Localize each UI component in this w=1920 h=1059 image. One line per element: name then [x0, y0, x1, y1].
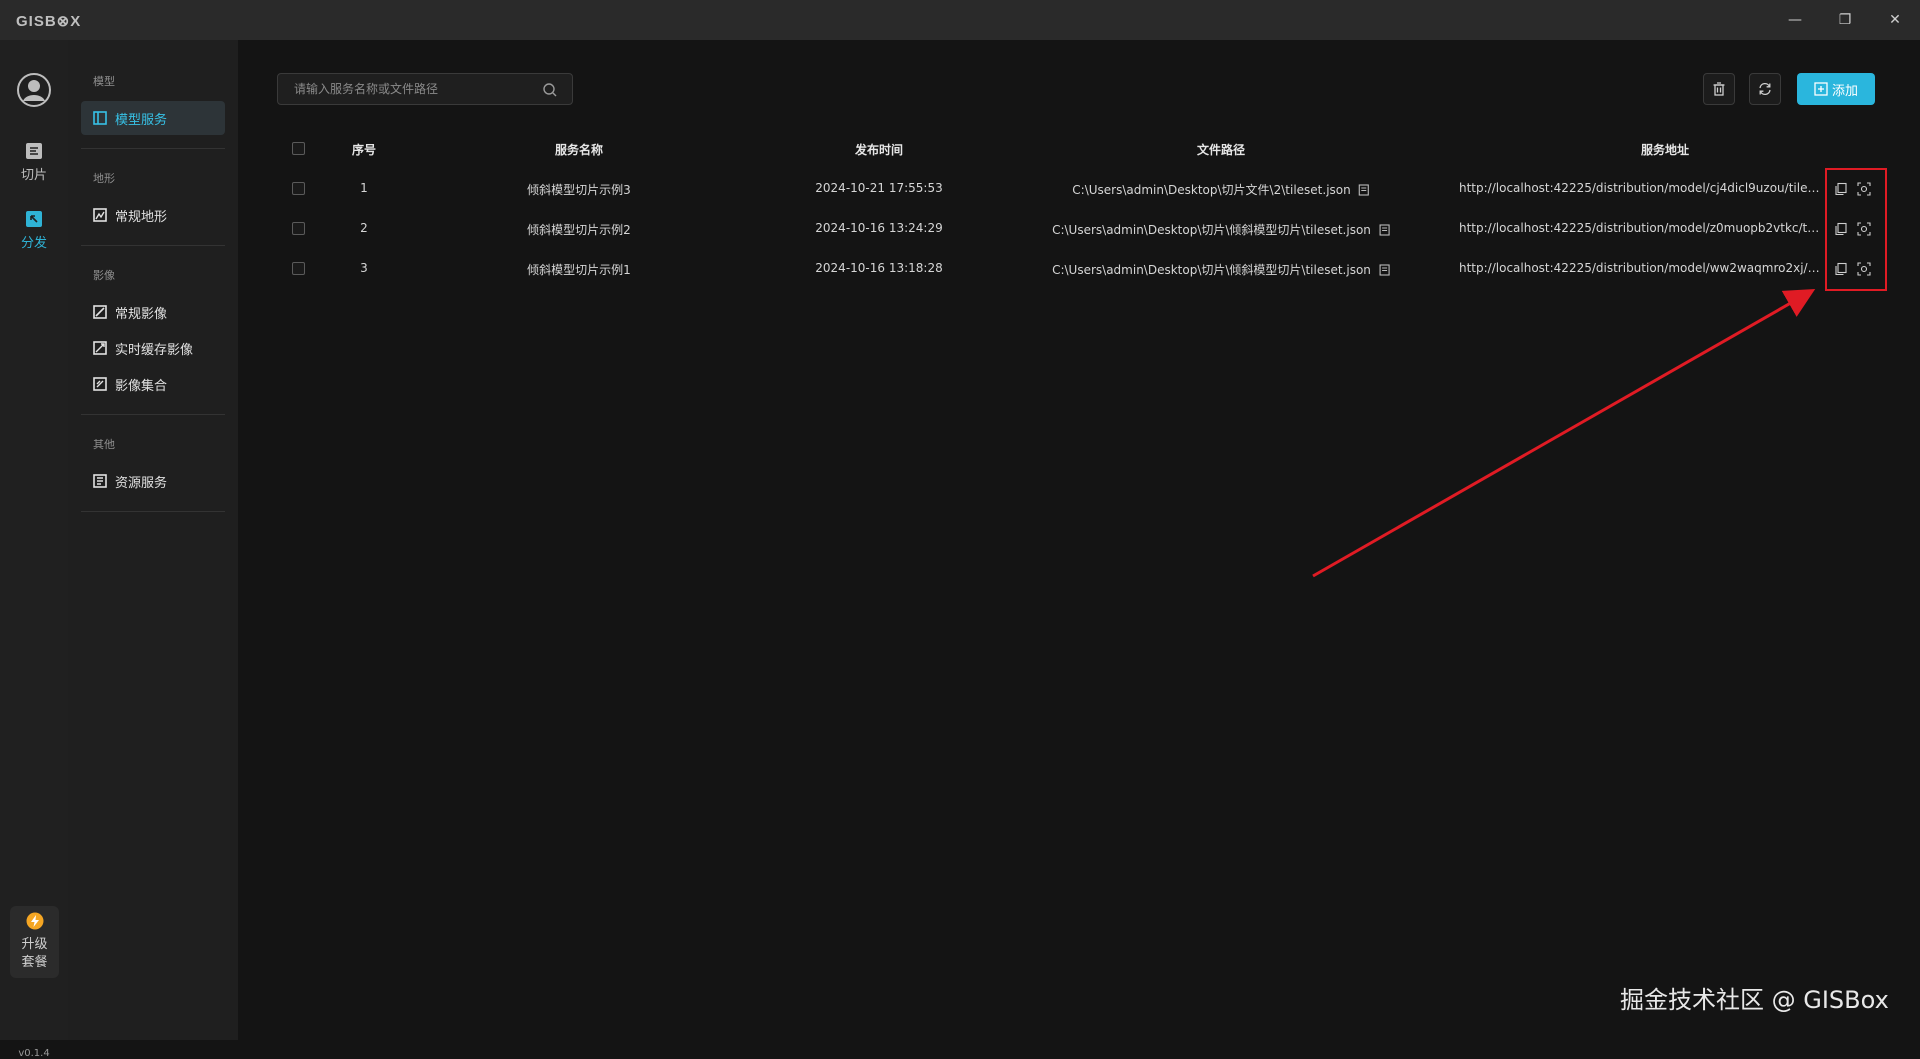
select-all-checkbox[interactable] [292, 142, 305, 155]
watermark: 掘金技术社区 @ GISBox [1620, 986, 1889, 1014]
sidebar-item-label: 常规地形 [115, 209, 168, 225]
divider [81, 148, 225, 149]
sidebar-item-label: 实时缓存影像 [115, 342, 194, 358]
upgrade-plan-button[interactable]: 升级 套餐 [10, 906, 59, 978]
sidebar-item-label: 模型服务 [115, 112, 168, 128]
sidebar-item-model-service[interactable]: 模型服务 [81, 101, 225, 135]
sidebar-item-resource-service[interactable]: 资源服务 [81, 464, 225, 498]
app-logo: GISB⊗X [16, 13, 82, 30]
left-rail: 切片 分发 升级 套餐 v0.1.4 [0, 40, 68, 1059]
add-button[interactable]: 添加 [1797, 73, 1875, 105]
user-avatar-icon[interactable] [16, 72, 52, 108]
row-checkbox[interactable] [292, 222, 305, 235]
row-file-path: C:\Users\admin\Desktop\切片\倾斜模型切片\tileset… [1052, 261, 1390, 278]
copy-path-icon[interactable] [1379, 263, 1390, 276]
terrain-icon [93, 208, 107, 222]
sidebar-item-imagery[interactable]: 常规影像 [81, 295, 225, 329]
search-input[interactable] [294, 82, 534, 96]
row-publish-time: 2024-10-21 17:55:53 [815, 181, 943, 195]
resource-icon [93, 474, 107, 488]
row-service-address: http://localhost:42225/distribution/mode… [1459, 181, 1821, 195]
refresh-icon [1759, 82, 1771, 96]
column-header-time: 发布时间 [854, 143, 904, 157]
row-checkbox[interactable] [292, 262, 305, 275]
rail-item-label: 切片 [20, 168, 47, 183]
sidebar-item-label: 影像集合 [115, 378, 168, 394]
divider [81, 414, 225, 415]
copy-path-icon[interactable] [1379, 223, 1390, 236]
close-button[interactable]: ✕ [1870, 0, 1920, 40]
column-header-path: 文件路径 [1196, 143, 1246, 157]
lightning-icon [26, 912, 43, 930]
title-bar: GISB⊗X — ❐ ✕ [0, 0, 1920, 40]
row-publish-time: 2024-10-16 13:18:28 [815, 261, 943, 275]
sidebar-item-terrain[interactable]: 常规地形 [81, 198, 225, 232]
section-title-imagery: 影像 [93, 269, 115, 282]
annotation-arrow [1312, 289, 1816, 578]
upgrade-label-line2: 套餐 [21, 955, 48, 970]
row-file-path: C:\Users\admin\Desktop\切片文件\2\tileset.js… [1072, 181, 1370, 198]
rail-item-slice[interactable]: 切片 [0, 142, 68, 183]
column-header-address: 服务地址 [1640, 143, 1690, 157]
sidebar: 模型 模型服务 地形 常规地形 影像 常规影像 实时缓存影像 影像集合 其他 资… [68, 40, 238, 1040]
refresh-button[interactable] [1749, 73, 1781, 105]
row-file-path: C:\Users\admin\Desktop\切片\倾斜模型切片\tileset… [1052, 221, 1390, 238]
search-icon[interactable] [542, 82, 558, 98]
cache-image-icon [93, 341, 107, 355]
sidebar-item-label: 常规影像 [115, 306, 168, 322]
distribute-icon [26, 211, 42, 227]
column-header-name: 服务名称 [554, 143, 604, 157]
sidebar-item-image-collection[interactable]: 影像集合 [81, 367, 225, 401]
add-icon [1814, 82, 1828, 96]
section-title-model: 模型 [93, 75, 115, 88]
version-label: v0.1.4 [18, 1048, 50, 1059]
image-icon [93, 305, 107, 319]
row-publish-time: 2024-10-16 13:24:29 [815, 221, 943, 235]
column-header-index: 序号 [351, 143, 377, 157]
rail-item-label: 分发 [20, 236, 47, 251]
row-service-name: 倾斜模型切片示例1 [527, 263, 631, 277]
trash-icon [1713, 82, 1725, 96]
add-button-label: 添加 [1831, 83, 1858, 99]
file-path-text: C:\Users\admin\Desktop\切片\倾斜模型切片\tileset… [1052, 223, 1371, 237]
divider [81, 245, 225, 246]
row-service-address: http://localhost:42225/distribution/mode… [1459, 261, 1821, 275]
row-service-name: 倾斜模型切片示例3 [527, 183, 631, 197]
sidebar-item-realtime-cache-imagery[interactable]: 实时缓存影像 [81, 331, 225, 365]
minimize-button[interactable]: — [1770, 0, 1820, 40]
copy-path-icon[interactable] [1359, 183, 1370, 196]
rail-item-distribute[interactable]: 分发 [0, 210, 68, 251]
window-controls: — ❐ ✕ [1770, 0, 1920, 40]
restore-button[interactable]: ❐ [1820, 0, 1870, 40]
row-service-name: 倾斜模型切片示例2 [527, 223, 631, 237]
section-title-terrain: 地形 [93, 172, 115, 185]
row-index: 1 [360, 181, 368, 195]
sidebar-item-label: 资源服务 [115, 475, 168, 491]
upgrade-label-line1: 升级 [21, 937, 48, 952]
row-checkbox[interactable] [292, 182, 305, 195]
slice-icon [26, 143, 42, 159]
annotation-highlight-box [1825, 168, 1887, 291]
collection-icon [93, 377, 107, 391]
row-index: 2 [360, 221, 368, 235]
model-icon [93, 111, 107, 125]
file-path-text: C:\Users\admin\Desktop\切片\倾斜模型切片\tileset… [1052, 263, 1371, 277]
divider [81, 511, 225, 512]
section-title-other: 其他 [93, 438, 115, 451]
delete-button[interactable] [1703, 73, 1735, 105]
row-index: 3 [360, 261, 368, 275]
file-path-text: C:\Users\admin\Desktop\切片文件\2\tileset.js… [1072, 183, 1351, 197]
search-box[interactable] [277, 73, 573, 105]
row-service-address: http://localhost:42225/distribution/mode… [1459, 221, 1821, 235]
